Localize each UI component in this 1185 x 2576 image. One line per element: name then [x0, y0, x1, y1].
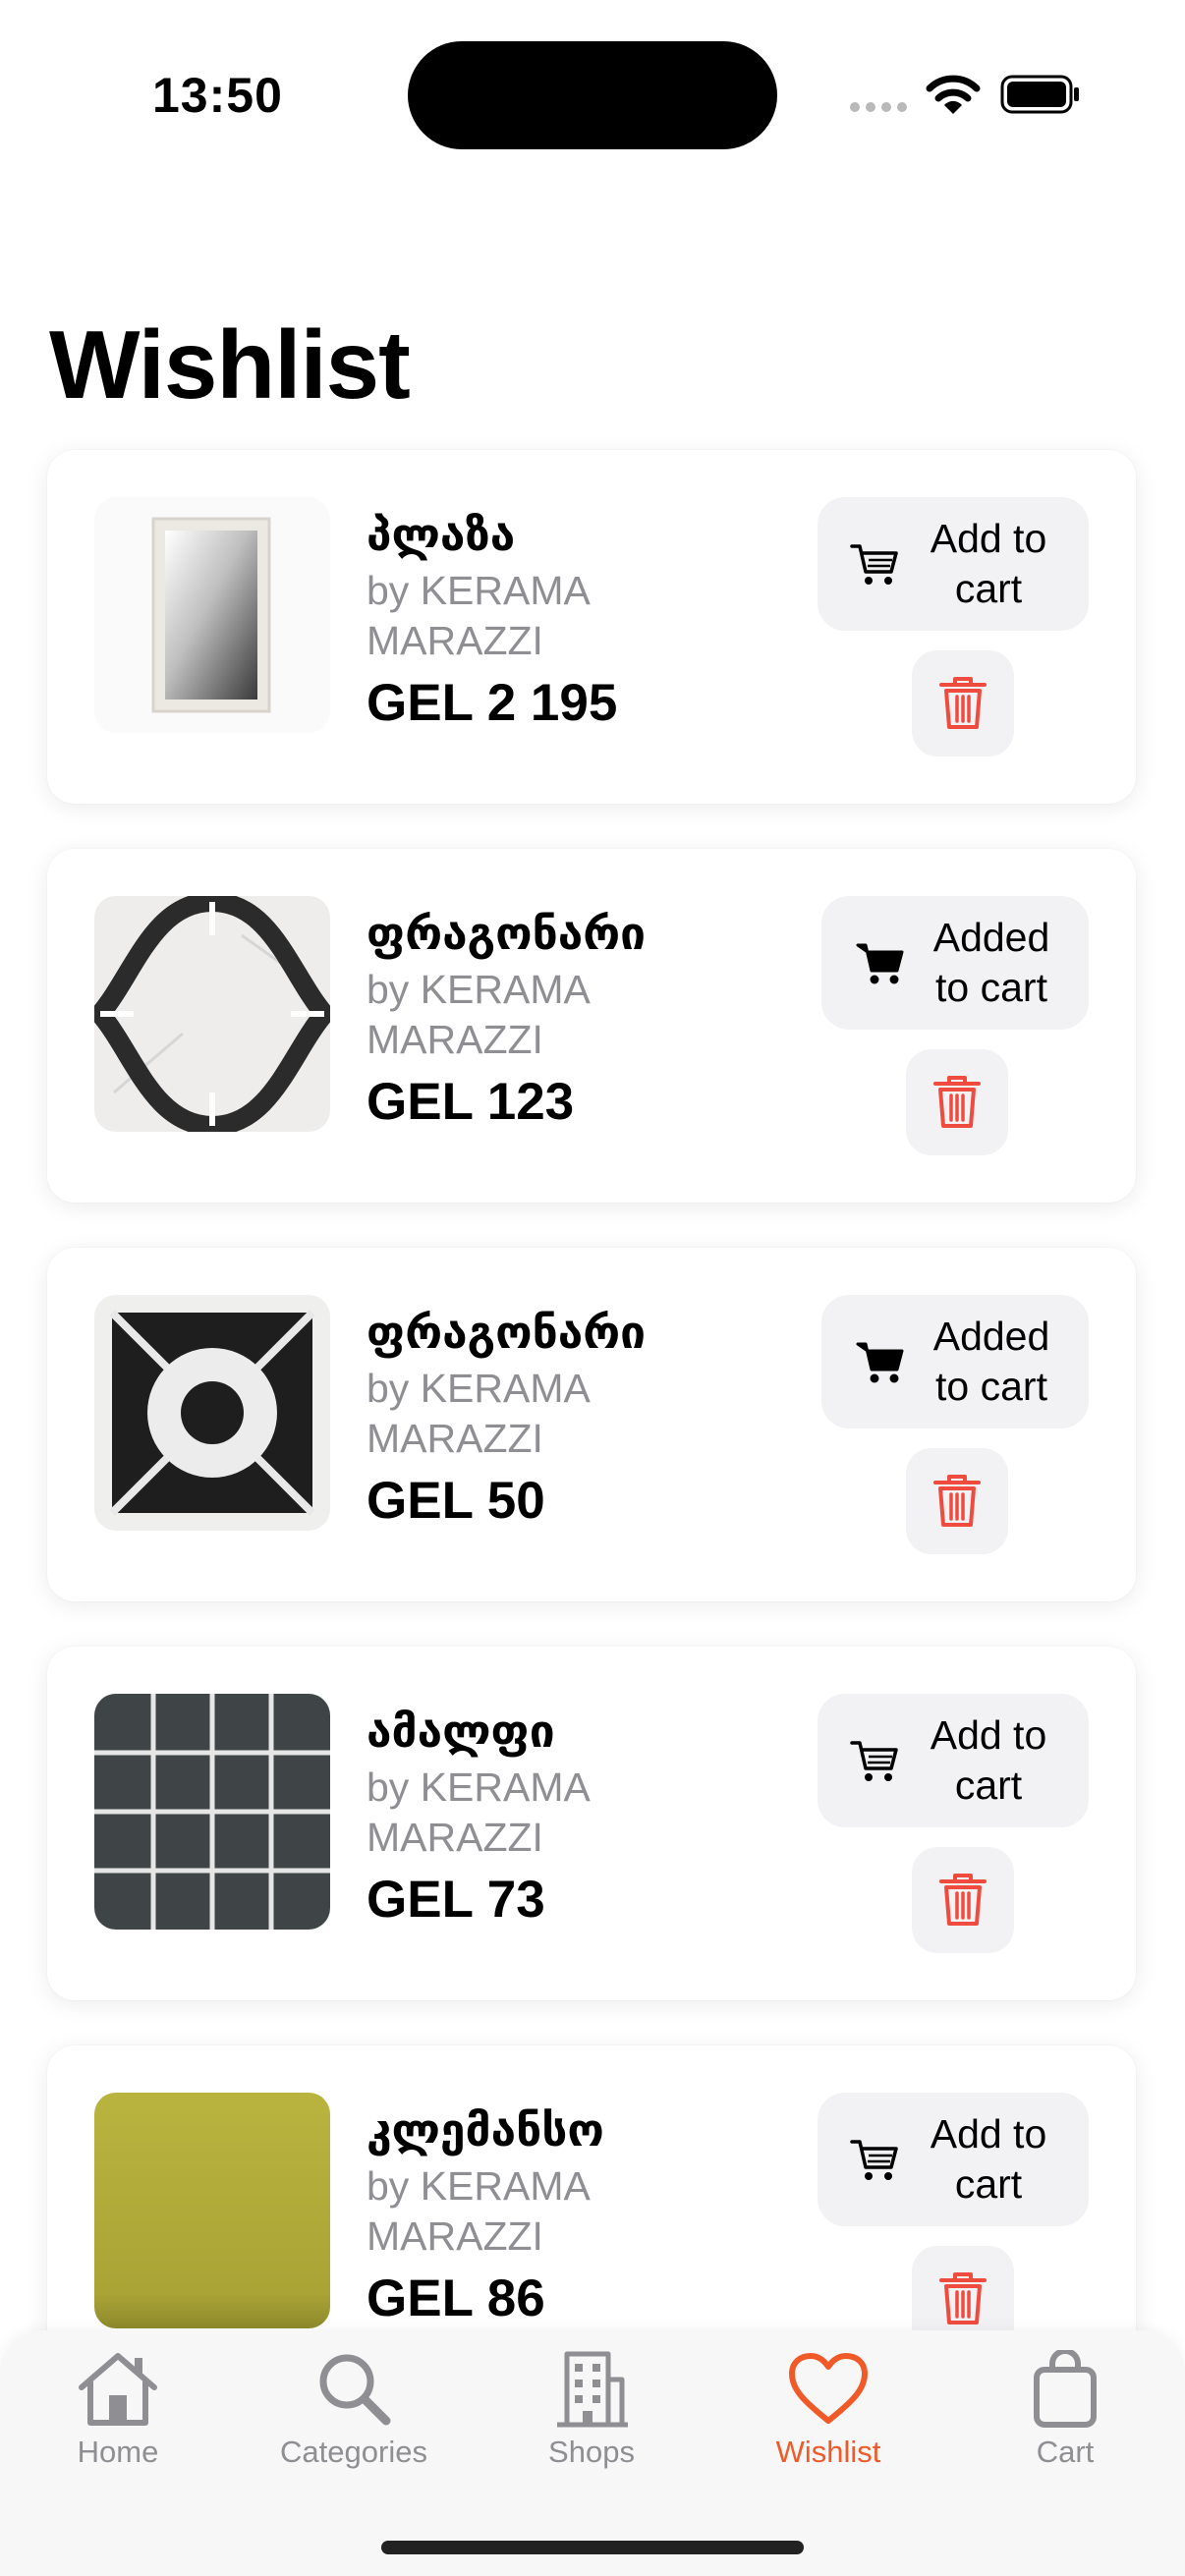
trash-icon — [939, 677, 987, 729]
tab-label: Shops — [548, 2435, 635, 2469]
wishlist-item[interactable]: ამალფი by KERAMA MARAZZI GEL 73 Add to c… — [47, 1647, 1136, 2000]
wishlist-item[interactable]: პლაზა by KERAMA MARAZZI GEL 2 195 Add to… — [47, 450, 1136, 804]
product-price: GEL 50 — [367, 1472, 545, 1530]
cart-filled-icon — [856, 943, 904, 984]
remove-button[interactable] — [906, 1049, 1008, 1155]
trash-icon — [933, 1475, 981, 1527]
cart-outline-icon — [850, 2140, 898, 2180]
heart-icon — [789, 2353, 868, 2424]
product-price: GEL 123 — [367, 1073, 575, 1131]
remove-button[interactable] — [912, 1847, 1014, 1953]
tab-label: Categories — [280, 2435, 427, 2469]
added-to-cart-button[interactable]: Added to cart — [821, 1295, 1089, 1428]
product-brand: by KERAMA MARAZZI — [367, 568, 589, 663]
status-bar: 13:50 — [0, 0, 1185, 196]
tab-categories[interactable]: Categories — [236, 2350, 472, 2470]
cart-outline-icon — [850, 544, 898, 585]
building-icon — [557, 2351, 628, 2428]
bag-icon — [1034, 2350, 1097, 2428]
trash-icon — [939, 2272, 987, 2324]
house-icon — [79, 2353, 157, 2426]
add-to-cart-label: Add to cart — [930, 1712, 1047, 1808]
product-brand: by KERAMA MARAZZI — [367, 1366, 589, 1461]
added-to-cart-label: Added to cart — [932, 1314, 1050, 1409]
product-name[interactable]: პლაზა — [367, 507, 622, 562]
wishlist-item[interactable]: ფრაგონარი by KERAMA MARAZZI GEL 50 Added… — [47, 1248, 1136, 1601]
product-price: GEL 2 195 — [367, 674, 618, 732]
wifi-icon — [926, 75, 981, 114]
product-name[interactable]: კლემანსო — [367, 2102, 622, 2157]
trash-icon — [939, 1874, 987, 1926]
product-name[interactable]: ამალფი — [367, 1704, 622, 1759]
product-price: GEL 86 — [367, 2269, 545, 2327]
product-brand: by KERAMA MARAZZI — [367, 2163, 589, 2259]
product-name[interactable]: ფრაგონარი — [367, 1305, 646, 1360]
add-to-cart-label: Add to cart — [930, 2111, 1047, 2207]
cart-filled-icon — [856, 1342, 904, 1383]
tab-cart[interactable]: Cart — [947, 2350, 1183, 2470]
dynamic-island — [408, 41, 777, 149]
product-image[interactable] — [94, 1694, 330, 1930]
add-to-cart-button[interactable]: Add to cart — [818, 1694, 1089, 1827]
product-brand: by KERAMA MARAZZI — [367, 1764, 589, 1860]
product-name[interactable]: ფრაგონარი — [367, 906, 646, 961]
cart-outline-icon — [850, 1741, 898, 1781]
tab-shops[interactable]: Shops — [474, 2350, 709, 2470]
remove-button[interactable] — [906, 1448, 1008, 1554]
product-image[interactable] — [94, 1295, 330, 1531]
product-image[interactable] — [94, 896, 330, 1132]
product-image[interactable] — [94, 2093, 330, 2328]
product-price: GEL 73 — [367, 1871, 545, 1929]
product-image[interactable] — [94, 497, 330, 733]
home-indicator[interactable] — [381, 2541, 804, 2554]
status-time: 13:50 — [152, 68, 283, 123]
add-to-cart-label: Add to cart — [930, 516, 1047, 611]
tab-label: Cart — [1036, 2435, 1095, 2469]
battery-icon — [1000, 75, 1079, 114]
added-to-cart-button[interactable]: Added to cart — [821, 896, 1089, 1030]
add-to-cart-button[interactable]: Add to cart — [818, 2093, 1089, 2226]
product-brand: by KERAMA MARAZZI — [367, 967, 589, 1062]
add-to-cart-button[interactable]: Add to cart — [818, 497, 1089, 631]
search-icon — [319, 2354, 391, 2426]
page-title: Wishlist — [49, 310, 411, 419]
tab-home[interactable]: Home — [0, 2350, 236, 2470]
tab-wishlist[interactable]: Wishlist — [710, 2350, 946, 2470]
remove-button[interactable] — [912, 650, 1014, 756]
wishlist-item[interactable]: ფრაგონარი by KERAMA MARAZZI GEL 123 Adde… — [47, 849, 1136, 1203]
cellular-signal-icon — [850, 102, 907, 112]
trash-icon — [933, 1076, 981, 1128]
added-to-cart-label: Added to cart — [932, 915, 1050, 1010]
tab-label: Home — [77, 2435, 159, 2469]
tab-bar: Home Categories Shops Wishlist Cart — [0, 2330, 1185, 2576]
tab-label: Wishlist — [775, 2435, 881, 2469]
